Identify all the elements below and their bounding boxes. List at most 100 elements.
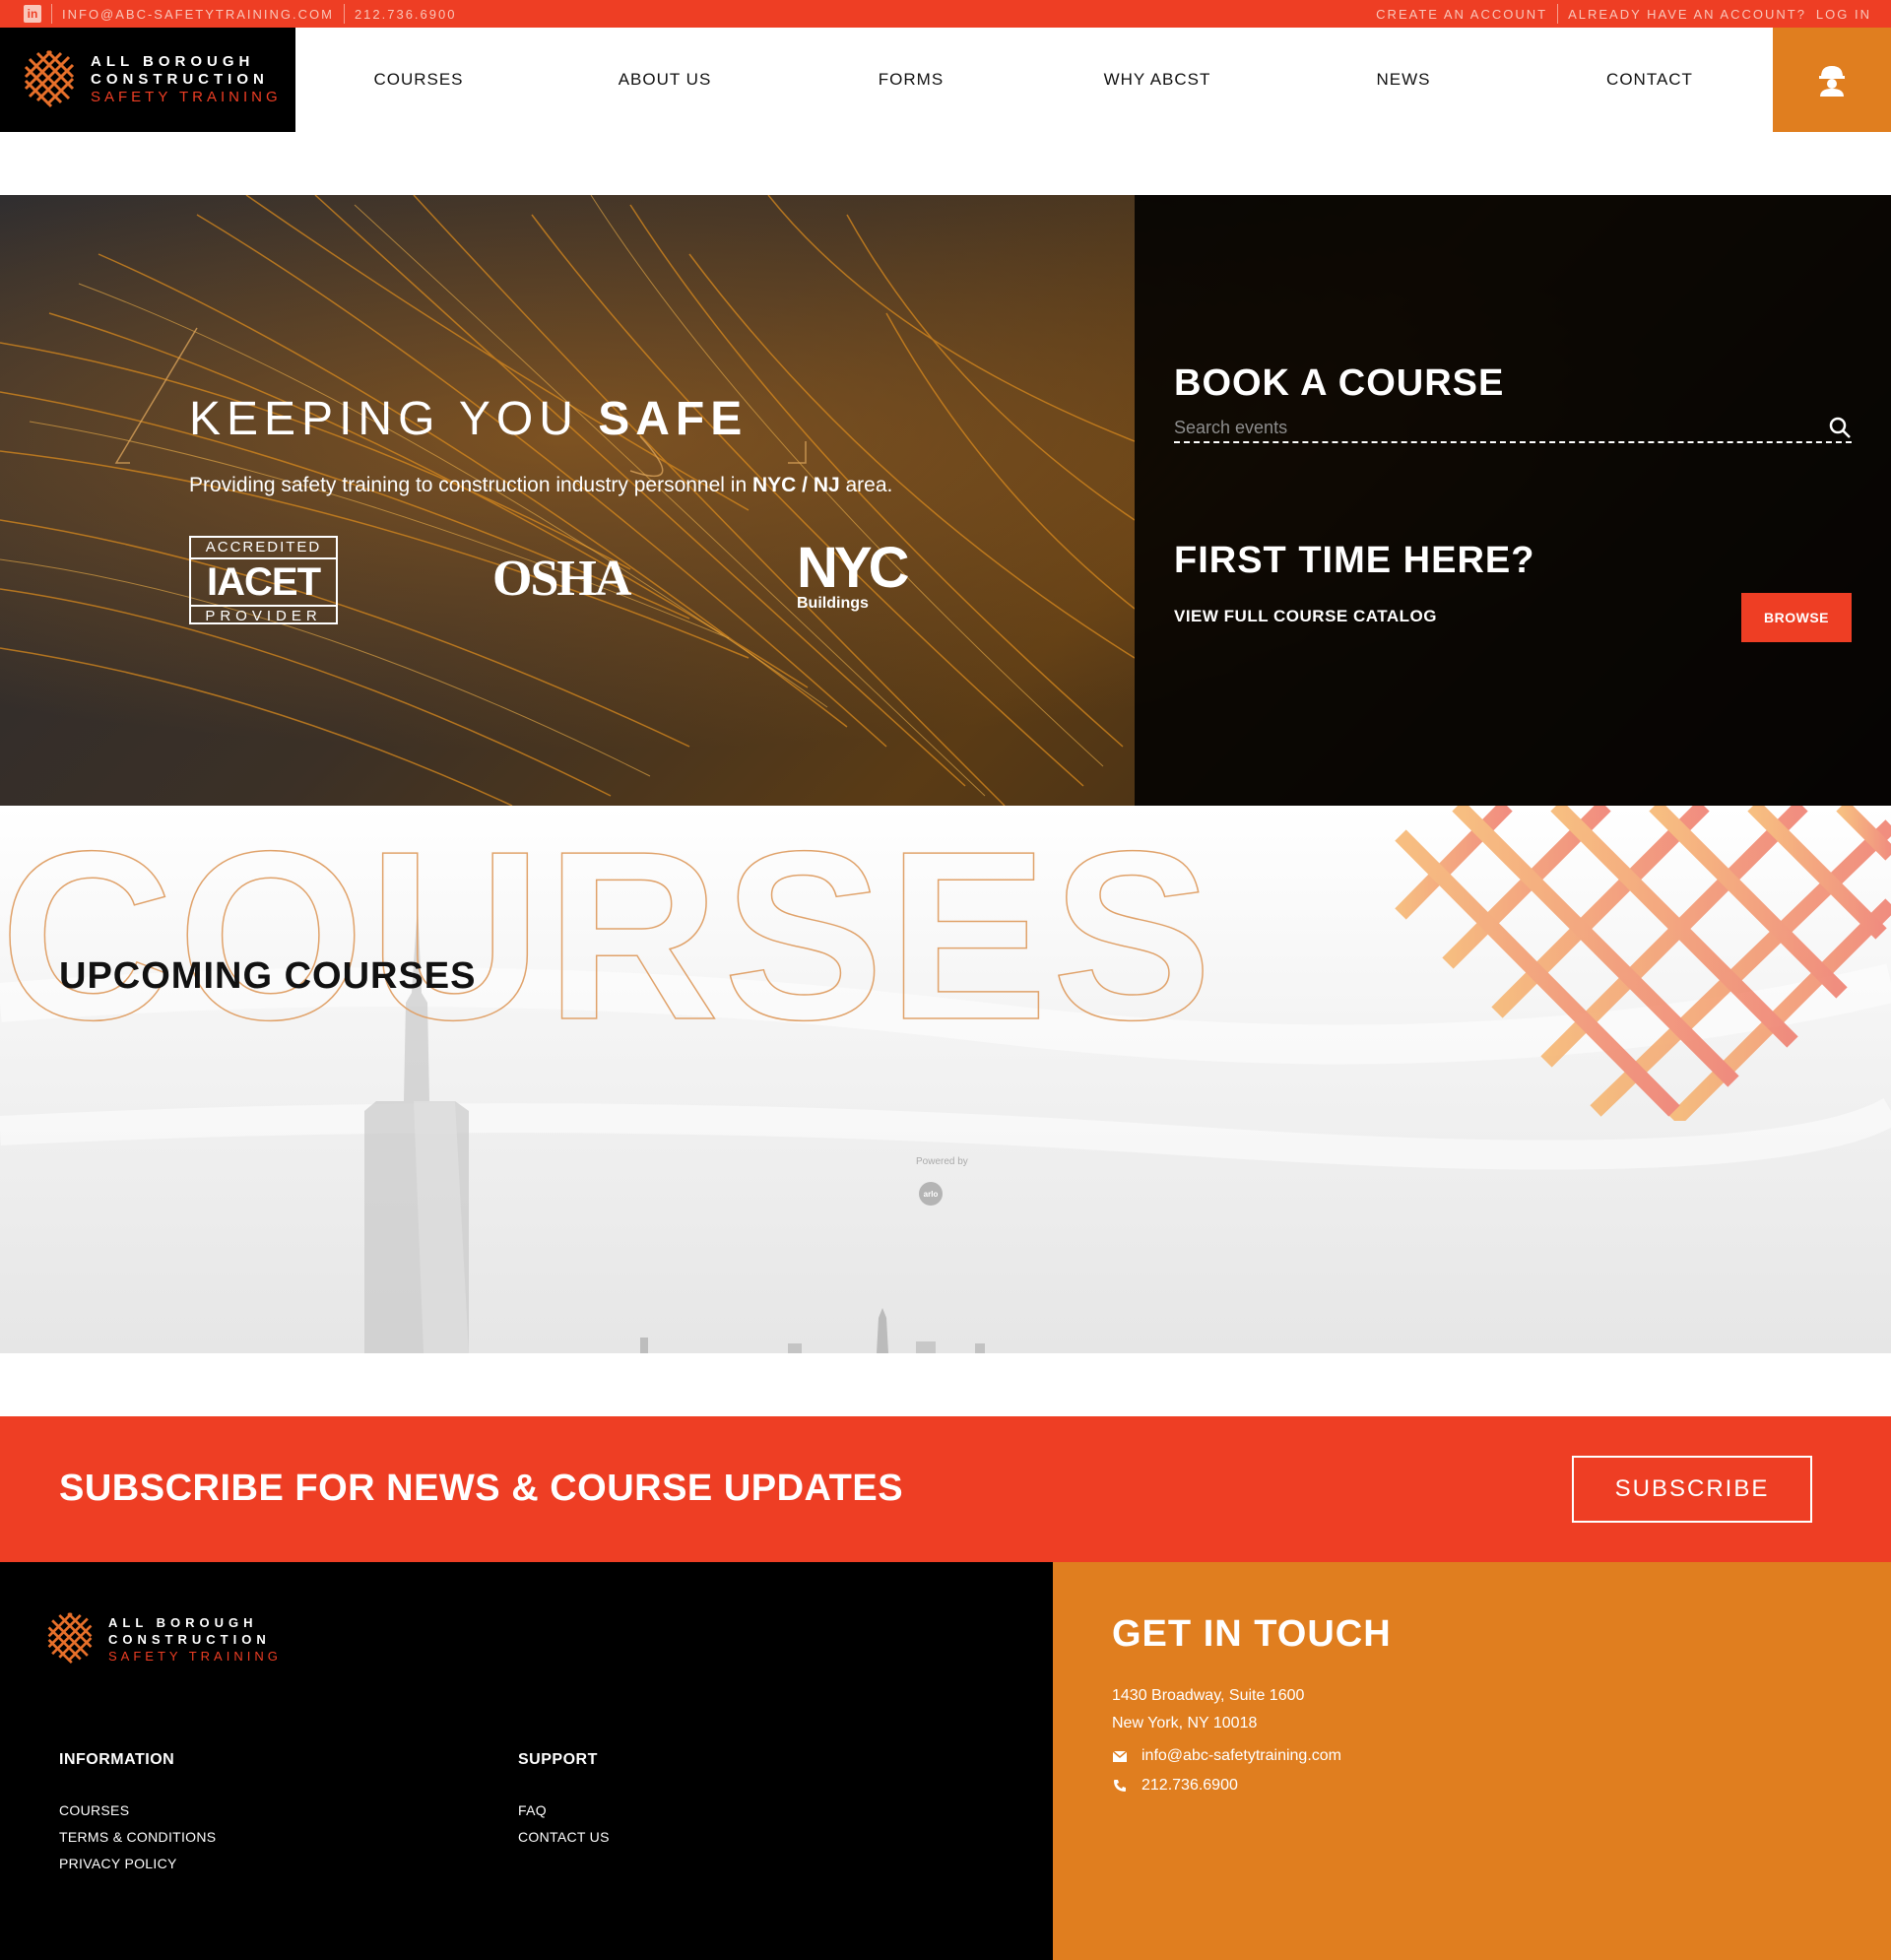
nyc-logo-text: NYC	[797, 536, 909, 600]
nav-courses[interactable]: COURSES	[295, 28, 542, 132]
upcoming-light: UPCOMING	[59, 955, 285, 997]
iacet-mid: IACET	[207, 560, 321, 604]
first-title-bold: HERE?	[1402, 540, 1535, 581]
footer-information-column: INFORMATION COURSES TERMS & CONDITIONS P…	[59, 1751, 216, 1882]
courses-watermark: COURSES	[0, 806, 1216, 1042]
nyc-buildings-logo: NYC Buildings	[797, 536, 909, 613]
sparks-background	[0, 195, 1135, 806]
hero-title: KEEPING YOU SAFE	[189, 392, 1076, 446]
upcoming-courses-section: COURSES UPCOMING COURSES Powered by arlo	[0, 806, 1891, 1353]
phone-icon	[1112, 1778, 1128, 1794]
footer-support-column: SUPPORT FAQ CONTACT US	[518, 1751, 610, 1856]
nav-contact[interactable]: CONTACT	[1527, 28, 1773, 132]
hero-content: KEEPING YOU SAFE Providing safety traini…	[189, 392, 1076, 497]
first-time-title: FIRST TIME HERE?	[1174, 540, 1534, 582]
book-title-light: BOOK A	[1174, 362, 1338, 404]
contact-phone-row: 212.736.6900	[1112, 1777, 1238, 1795]
mesh-logo-icon	[47, 1612, 93, 1665]
mesh-logo-icon	[24, 49, 75, 108]
account-button[interactable]	[1773, 28, 1891, 132]
main-nav: COURSES ABOUT US FORMS WHY ABCST NEWS CO…	[295, 28, 1773, 132]
footer-logo-line-1: ALL BOROUGH	[108, 1614, 258, 1630]
top-bar-left: in INFO@ABC-SAFETYTRAINING.COM 212.736.6…	[24, 0, 456, 28]
envelope-icon	[1112, 1748, 1128, 1764]
touch-light: GET	[1112, 1613, 1204, 1655]
osha-logo: OSHA	[492, 551, 631, 607]
hero-subtitle-bold: NYC / NJ	[751, 474, 840, 496]
top-phone-link[interactable]: 212.736.6900	[355, 7, 457, 22]
support-heading: SUPPORT	[518, 1751, 598, 1768]
logo-line-3: SAFETY TRAINING	[91, 89, 282, 105]
footer-logo-text: ALL BOROUGH CONSTRUCTION SAFETY TRAINING	[108, 1614, 282, 1665]
contact-phone-link[interactable]: 212.736.6900	[1141, 1777, 1238, 1795]
site-logo[interactable]: ALL BOROUGH CONSTRUCTION SAFETY TRAINING	[0, 28, 295, 132]
hero-title-light: KEEPING YOU	[189, 393, 599, 445]
accreditation-logos: ACCREDITED IACET PROVIDER OSHA NYC Build…	[189, 536, 947, 624]
nav-why-abcst[interactable]: WHY ABCST	[1034, 28, 1280, 132]
hero-subtitle-post: area.	[839, 474, 893, 496]
footer-link-privacy[interactable]: PRIVACY POLICY	[59, 1856, 216, 1871]
upcoming-bold: COURSES	[284, 955, 477, 997]
footer-link-courses[interactable]: COURSES	[59, 1802, 216, 1818]
worker-helmet-icon	[1819, 66, 1845, 97]
top-bar-right: CREATE AN ACCOUNT ALREADY HAVE AN ACCOUN…	[1376, 0, 1871, 28]
book-course-panel: BOOK A COURSE FIRST TIME HERE? VIEW FULL…	[1135, 195, 1891, 806]
login-link[interactable]: LOG IN	[1816, 7, 1871, 22]
hero-title-bold: SAFE	[598, 393, 749, 445]
get-in-touch-heading: GET IN TOUCH	[1112, 1613, 1392, 1656]
arlo-logo[interactable]: arlo	[919, 1182, 943, 1206]
nav-news[interactable]: NEWS	[1280, 28, 1527, 132]
hero-section: KEEPING YOU SAFE Providing safety traini…	[0, 195, 1891, 806]
search-events-field	[1174, 414, 1852, 443]
footer-contact: GET IN TOUCH 1430 Broadway, Suite 1600 N…	[1053, 1562, 1891, 1960]
iacet-bottom: PROVIDER	[191, 605, 336, 626]
address-line-1: 1430 Broadway, Suite 1600	[1112, 1687, 1305, 1704]
top-bar: in INFO@ABC-SAFETYTRAINING.COM 212.736.6…	[0, 0, 1891, 28]
subscribe-heading-rest: FOR NEWS & COURSE UPDATES	[284, 1468, 904, 1509]
footer-logo[interactable]: ALL BOROUGH CONSTRUCTION SAFETY TRAINING	[45, 1609, 282, 1668]
powered-by-label: Powered by	[916, 1156, 968, 1167]
subscribe-button[interactable]: SUBSCRIBE	[1572, 1456, 1812, 1523]
already-account-text: ALREADY HAVE AN ACCOUNT?	[1568, 6, 1806, 22]
footer-logo-line-3: SAFETY TRAINING	[108, 1648, 282, 1664]
information-heading: INFORMATION	[59, 1751, 175, 1768]
first-title-light: FIRST TIME	[1174, 540, 1403, 581]
divider	[343, 4, 345, 24]
search-input[interactable]	[1174, 414, 1804, 441]
subscribe-banner: SUBSCRIBE FOR NEWS & COURSE UPDATES SUBS…	[0, 1416, 1891, 1562]
footer-link-contact-us[interactable]: CONTACT US	[518, 1829, 610, 1845]
contact-email-row: info@abc-safetytraining.com	[1112, 1747, 1341, 1765]
footer-link-faq[interactable]: FAQ	[518, 1802, 610, 1818]
courses-watermark-text: COURSES	[0, 806, 1216, 1042]
linkedin-icon[interactable]: in	[24, 5, 41, 23]
iacet-logo: ACCREDITED IACET PROVIDER	[189, 536, 338, 624]
nav-about-us[interactable]: ABOUT US	[542, 28, 788, 132]
book-title-bold: COURSE	[1337, 362, 1505, 404]
footer-link-terms[interactable]: TERMS & CONDITIONS	[59, 1829, 216, 1845]
create-account-link[interactable]: CREATE AN ACCOUNT	[1376, 7, 1547, 22]
subscribe-heading: SUBSCRIBE FOR NEWS & COURSE UPDATES	[59, 1468, 903, 1510]
hero-subtitle-pre: Providing safety training to constructio…	[189, 474, 752, 496]
iacet-top: ACCREDITED	[191, 538, 336, 559]
upcoming-courses-heading: UPCOMING COURSES	[59, 955, 476, 998]
logo-line-2: CONSTRUCTION	[91, 71, 269, 88]
book-course-title: BOOK A COURSE	[1174, 362, 1504, 405]
footer-logo-line-2: CONSTRUCTION	[108, 1631, 271, 1647]
top-email-link[interactable]: INFO@ABC-SAFETYTRAINING.COM	[62, 7, 334, 22]
view-catalog-link[interactable]: VIEW FULL COURSE CATALOG	[1174, 607, 1437, 626]
divider	[1557, 4, 1559, 24]
footer-links: ALL BOROUGH CONSTRUCTION SAFETY TRAINING…	[0, 1562, 1053, 1960]
divider	[51, 4, 52, 24]
search-icon[interactable]	[1828, 416, 1852, 439]
logo-text: ALL BOROUGH CONSTRUCTION SAFETY TRAINING	[91, 53, 282, 106]
address: 1430 Broadway, Suite 1600 New York, NY 1…	[1112, 1682, 1304, 1737]
touch-bold: IN TOUCH	[1203, 1613, 1392, 1655]
logo-line-1: ALL BOROUGH	[91, 53, 255, 70]
address-line-2: New York, NY 10018	[1112, 1715, 1258, 1731]
nav-forms[interactable]: FORMS	[788, 28, 1034, 132]
mesh-decoration	[1395, 806, 1891, 1121]
browse-button[interactable]: BROWSE	[1741, 593, 1852, 642]
hero-subtitle: Providing safety training to constructio…	[189, 474, 1076, 497]
header: ALL BOROUGH CONSTRUCTION SAFETY TRAINING…	[0, 28, 1891, 132]
contact-email-link[interactable]: info@abc-safetytraining.com	[1141, 1747, 1341, 1765]
